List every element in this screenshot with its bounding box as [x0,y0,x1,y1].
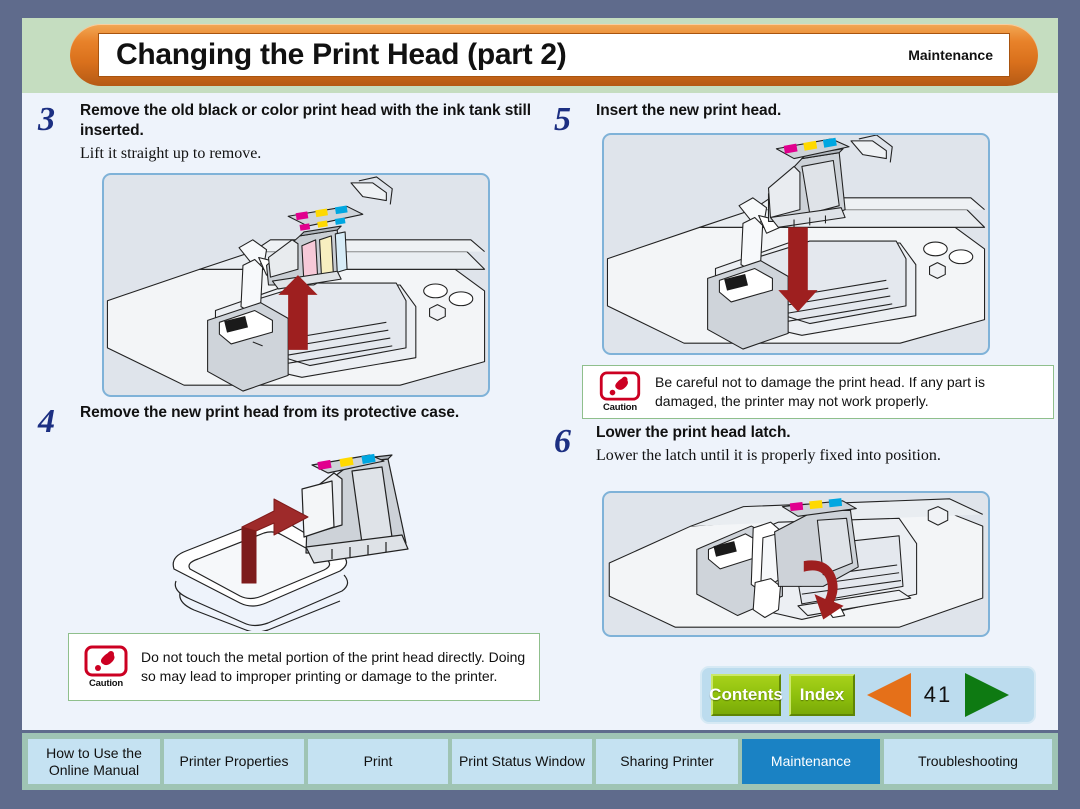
footer-tab-bar: How to Use the Online Manual Printer Pro… [22,733,1058,790]
step-5-number: 5 [554,101,571,138]
page-navigation-panel: Contents Index 41 [700,666,1036,724]
step-3: 3 Remove the old black or color print he… [38,101,540,397]
figure-step-3 [102,173,490,397]
right-column: 5 Insert the new print head. Caution Be … [554,93,1054,730]
caution-exclamation-icon [84,645,128,677]
left-column: 3 Remove the old black or color print he… [38,93,540,730]
caution-box-right: Caution Be careful not to damage the pri… [582,365,1054,419]
tab-printer-properties[interactable]: Printer Properties [164,739,304,784]
page-number: 41 [923,682,953,707]
print-head-protective-case-illustration [172,453,409,633]
step-6-subtitle: Lower the latch until it is properly fix… [596,447,941,465]
tab-print-status-window[interactable]: Print Status Window [452,739,592,784]
tab-sharing-printer[interactable]: Sharing Printer [596,739,738,784]
caution-box-left: Caution Do not touch the metal portion o… [68,633,540,701]
tab-maintenance[interactable]: Maintenance [742,739,880,784]
previous-page-arrow-icon[interactable] [867,673,911,717]
figure-step-6 [602,491,990,637]
step-5: 5 Insert the new print head. [554,101,1054,355]
tab-print[interactable]: Print [308,739,448,784]
step-4: 4 Remove the new print head from its pro… [38,403,540,633]
caution-exclamation-icon [599,371,641,401]
caution-icon-left: Caution [77,645,135,689]
tab-how-to-use-the-online-manual[interactable]: How to Use the Online Manual [28,739,160,784]
page-header-inner: Changing the Print Head (part 2) Mainten… [98,33,1010,77]
content-area: 3 Remove the old black or color print he… [22,93,1058,730]
page-header-band: Changing the Print Head (part 2) Mainten… [22,18,1058,93]
step-6: 6 Lower the print head latch. Lower the … [554,423,1054,637]
step-3-title: Remove the old black or color print head… [80,102,531,140]
step-3-number: 3 [38,101,55,138]
caution-text-left: Do not touch the metal portion of the pr… [141,648,526,684]
caution-text-right: Be careful not to damage the print head.… [655,373,985,409]
page-title: Changing the Print Head (part 2) [116,38,567,71]
manual-page: Changing the Print Head (part 2) Mainten… [0,0,1080,809]
step-6-title: Lower the print head latch. [596,424,791,441]
step-4-number: 4 [38,403,55,440]
index-button[interactable]: Index [789,674,855,716]
printer-carriage-lower-latch-illustration [608,498,984,628]
printer-carriage-print-head-lift-up-illustration [106,176,486,392]
step-5-title: Insert the new print head. [596,102,782,119]
page-header-pill: Changing the Print Head (part 2) Mainten… [70,24,1038,86]
next-page-arrow-icon[interactable] [965,673,1009,717]
contents-button[interactable]: Contents [709,674,783,716]
caution-label-left: Caution [89,678,123,689]
caution-icon-right: Caution [591,371,649,413]
figure-step-5 [602,133,990,355]
step-4-title: Remove the new print head from its prote… [80,404,460,421]
figure-step-4 [156,451,456,633]
caution-label-right: Caution [603,402,637,413]
step-3-subtitle: Lift it straight up to remove. [80,145,262,163]
step-6-number: 6 [554,423,571,460]
tab-troubleshooting[interactable]: Troubleshooting [884,739,1052,784]
header-section-label: Maintenance [908,47,993,63]
printer-carriage-print-head-insert-illustration [606,135,986,350]
